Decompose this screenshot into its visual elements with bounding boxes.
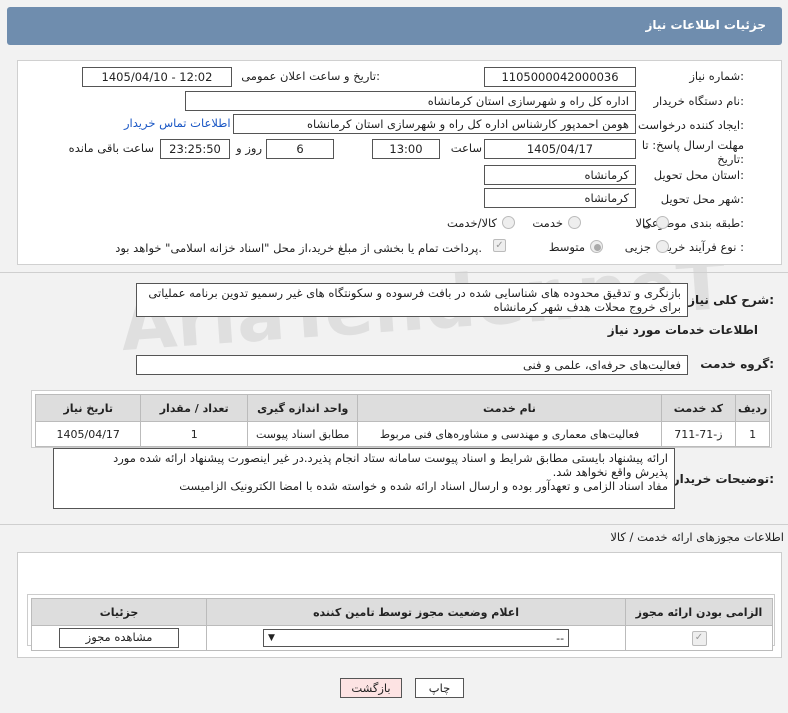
remaining-time-field: 23:25:50 [160, 139, 230, 159]
permits-table: الزامی بودن ارائه مجوز اعلام وضعیت مجوز … [30, 598, 773, 651]
deadline-time-label: ساعت [450, 141, 482, 155]
deadline-time-field: 13:00 [372, 139, 440, 159]
permits-section-title: اطلاعات مجوزهای ارائه خدمت / کالا [610, 530, 784, 544]
col-header-row-number: ردیف [735, 394, 770, 422]
permit-status-select[interactable]: ▼ -- [263, 629, 570, 647]
section-header: جزئیات اطلاعات نیاز [7, 7, 782, 45]
service-group-label: گروه خدمت: [700, 357, 774, 371]
remaining-days-field: 6 [266, 139, 334, 159]
service-group-field: فعالیت‌های حرفه‌ای، علمی و فنی [136, 355, 688, 375]
category-service-label: خدمت [532, 216, 563, 230]
permit-required-checkbox[interactable]: ✓ [691, 631, 707, 646]
need-number-label: شماره نیاز: [689, 69, 744, 83]
process-type-label: نوع فرآیند خرید : [662, 240, 744, 254]
process-medium-radio[interactable] [590, 240, 603, 253]
col-header-permit-required: الزامی بودن ارائه مجوز [625, 598, 773, 626]
services-table-header: ردیف کد خدمت نام خدمت واحد اندازه گیری ت… [34, 394, 770, 422]
col-header-need-date: تاریخ نیاز [34, 394, 142, 422]
process-medium-label: متوسط [548, 240, 585, 254]
cell-need-date: 1405/04/17 [34, 421, 142, 447]
buyer-contact-link[interactable]: اطلاعات تماس خریدار [124, 116, 231, 130]
remaining-time-label: ساعت باقی مانده [68, 141, 154, 155]
print-button[interactable]: چاپ [415, 678, 464, 698]
buyer-notes-line-2: پذیرش واقع نخواهد شد. [552, 465, 668, 479]
divider [0, 524, 788, 525]
announce-datetime-label: تاریخ و ساعت اعلان عمومی: [241, 69, 380, 83]
process-partial-radio[interactable] [656, 240, 669, 253]
cell-unit: مطابق اسناد پیوست [246, 421, 359, 447]
permit-status-value: -- [556, 631, 565, 645]
cell-permit-required: ✓ [625, 625, 773, 651]
buyer-org-field: اداره کل راه و شهرسازی استان کرمانشاه [185, 91, 636, 111]
creator-field: هومن احمدپور کارشناس اداره کل راه و شهرس… [233, 114, 636, 134]
cell-service-code: ز-71-711 [660, 421, 737, 447]
creator-label: ایجاد کننده درخواست: [638, 118, 744, 132]
cell-row-number: 1 [735, 421, 770, 447]
table-row: 1 ز-71-711 فعالیت‌های معماری و مهندسی و … [34, 421, 770, 447]
delivery-province-field: کرمانشاه [484, 165, 636, 185]
payment-checkbox[interactable]: ✓ [493, 239, 506, 252]
delivery-city-label: شهر محل تحویل: [660, 192, 744, 206]
category-both-radio[interactable] [502, 216, 515, 229]
cell-permit-status: ▼ -- [206, 625, 626, 651]
permits-table-header: الزامی بودن ارائه مجوز اعلام وضعیت مجوز … [30, 598, 773, 626]
buyer-notes-line-1: ارائه پیشنهاد بایستی مطابق شرایط و اسناد… [113, 451, 668, 465]
services-table-wrapper: ردیف کد خدمت نام خدمت واحد اندازه گیری ت… [31, 390, 772, 448]
col-header-unit: واحد اندازه گیری [246, 394, 359, 422]
buyer-notes-label: توضیحات خریدار: [672, 472, 774, 486]
need-number-field: 1105000042000036 [484, 67, 636, 87]
deadline-label: مهلت ارسال پاسخ: تا [641, 138, 744, 152]
col-header-permit-details: جزئیات [30, 598, 208, 626]
summary-textarea[interactable]: بازنگری و تدقیق محدوده های شناسایی شده د… [136, 283, 688, 317]
process-partial-label: جزیی [624, 240, 651, 254]
view-permit-button[interactable]: مشاهده مجوز [59, 628, 180, 648]
table-row: ✓ ▼ -- مشاهده مجوز [30, 625, 773, 651]
services-section-title: اطلاعات خدمات مورد نیاز [607, 323, 758, 337]
back-button[interactable]: بازگشت [340, 678, 402, 698]
category-both-label: کالا/خدمت [446, 216, 497, 230]
buyer-notes-textarea[interactable]: ارائه پیشنهاد بایستی مطابق شرایط و اسناد… [53, 448, 675, 509]
cell-service-name: فعالیت‌های معماری و مهندسی و مشاوره‌های … [357, 421, 662, 447]
announce-datetime-field: 1405/04/10 - 12:02 [82, 67, 232, 87]
summary-text: بازنگری و تدقیق محدوده های شناسایی شده د… [148, 286, 681, 314]
deadline-label-date: تاریخ: [717, 152, 744, 166]
chevron-down-icon: ▼ [268, 633, 275, 643]
delivery-province-label: استان محل تحویل: [653, 168, 744, 182]
category-goods-label: کالا [635, 216, 651, 230]
buyer-notes-line-3: مفاد اسناد الزامی و تعهدآور بوده و ارسال… [179, 479, 668, 493]
days-label: روز و [236, 141, 262, 155]
buyer-org-label: نام دستگاه خریدار: [653, 94, 744, 108]
summary-label: شرح کلی نیاز: [688, 293, 774, 307]
permits-table-wrapper: الزامی بودن ارائه مجوز اعلام وضعیت مجوز … [27, 594, 775, 651]
payment-note: پرداخت تمام یا بخشی از مبلغ خرید،از محل … [115, 241, 482, 255]
delivery-city-field: کرمانشاه [484, 188, 636, 208]
col-header-service-code: کد خدمت [660, 394, 737, 422]
divider [0, 272, 788, 273]
col-header-service-name: نام خدمت [357, 394, 662, 422]
cell-quantity: 1 [140, 421, 248, 447]
col-header-permit-status: اعلام وضعیت مجوز توسط تامین کننده [206, 598, 626, 626]
cell-permit-details: مشاهده مجوز [30, 625, 208, 651]
col-header-quantity: تعداد / مقدار [140, 394, 248, 422]
category-goods-radio[interactable] [656, 216, 669, 229]
deadline-date-field: 1405/04/17 [484, 139, 636, 159]
category-service-radio[interactable] [568, 216, 581, 229]
section-header-title: جزئیات اطلاعات نیاز [645, 18, 766, 32]
services-table: ردیف کد خدمت نام خدمت واحد اندازه گیری ت… [34, 394, 770, 447]
